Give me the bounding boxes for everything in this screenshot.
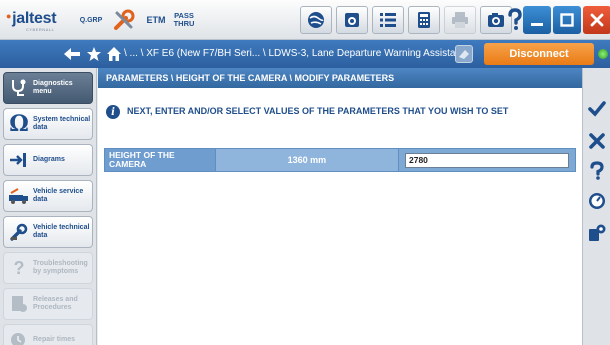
sidebar-item-repair-times[interactable]: Repair times [3,324,93,345]
question-wrench-icon: ? [13,257,25,278]
print-button[interactable] [444,6,476,34]
clear-button[interactable] [455,45,473,63]
wrench-screwdriver-icon [114,9,135,30]
help-icon [508,8,522,30]
gauge-icon [589,193,605,209]
maximize-icon [560,13,574,27]
checkmark-icon [588,101,606,117]
sidebar: Diagnostics menu Ω System technical data… [0,68,97,345]
cancel-button[interactable] [586,130,608,152]
sidebar-item-vehicle-technical-data[interactable]: Vehicle technical data [3,216,93,248]
printer-icon [452,12,468,28]
eraser-icon [459,50,469,59]
sidebar-item-label: Diagrams [33,156,65,163]
sidebar-item-label: System technical data [33,116,91,131]
navigation-bar: \ ... \ XF E6 (New F7/BH Seri... \ LDWS-… [0,40,610,68]
app-logo: jaltest CYBERNALL [6,10,57,36]
quick-group-button[interactable]: Q.GRP [77,6,105,34]
minimize-button[interactable] [523,6,551,34]
main-panel: PARAMETERS \ HEIGHT OF THE CAMERA \ MODI… [98,68,582,345]
calculator-button[interactable] [408,6,440,34]
sidebar-item-diagnostics-menu[interactable]: Diagnostics menu [3,72,93,104]
logo-subtext: CYBERNALL [26,27,55,32]
breadcrumb: \ ... \ XF E6 (New F7/BH Seri... \ LDWS-… [124,48,464,59]
settings-icon [589,224,606,241]
parameter-input-cell [399,149,575,171]
logo-text: jaltest [6,10,57,27]
sidebar-item-label: Repair times [33,336,76,343]
close-icon [590,13,604,27]
sidebar-item-label: Diagnostics menu [33,80,73,95]
document-gear-icon [7,292,31,316]
calculator-icon [418,12,430,28]
sidebar-item-label: Vehicle service data [33,188,84,203]
stethoscope-icon [7,76,31,100]
camera-settings-icon [345,13,359,27]
parameter-new-value-input[interactable] [405,152,569,168]
maximize-button[interactable] [553,6,581,34]
help-icon [590,161,604,180]
sidebar-item-label: Troubleshooting by symptoms [33,260,88,275]
disconnect-label: Disconnect [509,48,569,60]
parameter-row: HEIGHT OF THE CAMERA 1360 mm [104,148,576,172]
minimize-icon [531,23,543,26]
sidebar-item-label: Vehicle technical data [33,224,90,239]
parameter-current-value: 1360 mm [214,149,399,171]
pass-thru-label-line2: THRU [173,19,195,28]
diagram-arrow-icon [7,148,31,172]
back-arrow-icon [64,48,80,60]
sidebar-item-troubleshooting-by-symptoms[interactable]: ? Troubleshooting by symptoms [3,252,93,284]
home-button[interactable] [104,44,124,64]
etm-button[interactable]: ETM [143,6,169,34]
sidebar-item-label: Releases and Procedures [33,296,78,311]
confirm-button[interactable] [586,98,608,120]
favorites-button[interactable] [84,44,104,64]
instruction-text: NEXT, ENTER AND/OR SELECT VALUES OF THE … [127,106,509,116]
globe-icon [308,12,324,28]
pass-thru-button[interactable]: PASS THRU [170,6,198,34]
back-button[interactable] [62,44,82,64]
omega-icon: Ω [9,111,29,137]
instruction-message: i NEXT, ENTER AND/OR SELECT VALUES OF TH… [106,104,508,119]
action-toolbar [582,68,610,345]
wrench-icon [7,220,31,244]
parameter-name: HEIGHT OF THE CAMERA [105,149,215,171]
etm-label: ETM [146,15,166,25]
cancel-icon [589,133,605,149]
settings-button[interactable] [586,222,608,244]
sidebar-item-system-technical-data[interactable]: Ω System technical data [3,108,93,140]
list-button[interactable] [372,6,404,34]
gauge-button[interactable] [586,190,608,212]
close-button[interactable] [583,6,610,34]
info-icon: i [106,105,120,119]
connection-status-indicator [598,49,608,59]
globe-button[interactable] [300,6,332,34]
sidebar-item-diagrams[interactable]: Diagrams [3,144,93,176]
disconnect-button[interactable]: Disconnect [484,43,594,65]
quick-group-label: Q.GRP [79,16,103,24]
wrench-screwdriver-button[interactable] [109,6,139,34]
list-icon [380,13,396,27]
help-button[interactable] [586,160,608,182]
sidebar-item-releases-and-procedures[interactable]: Releases and Procedures [3,288,93,320]
top-toolbar: jaltest CYBERNALL Q.GRP ETM PASS THRU [0,0,610,40]
clock-wrench-icon [7,328,31,345]
star-icon [87,47,101,61]
page-path-header: PARAMETERS \ HEIGHT OF THE CAMERA \ MODI… [98,68,582,88]
home-icon [107,47,121,61]
camera-settings-button[interactable] [336,6,368,34]
truck-wrench-icon [7,184,31,208]
sidebar-item-vehicle-service-data[interactable]: Vehicle service data [3,180,93,212]
